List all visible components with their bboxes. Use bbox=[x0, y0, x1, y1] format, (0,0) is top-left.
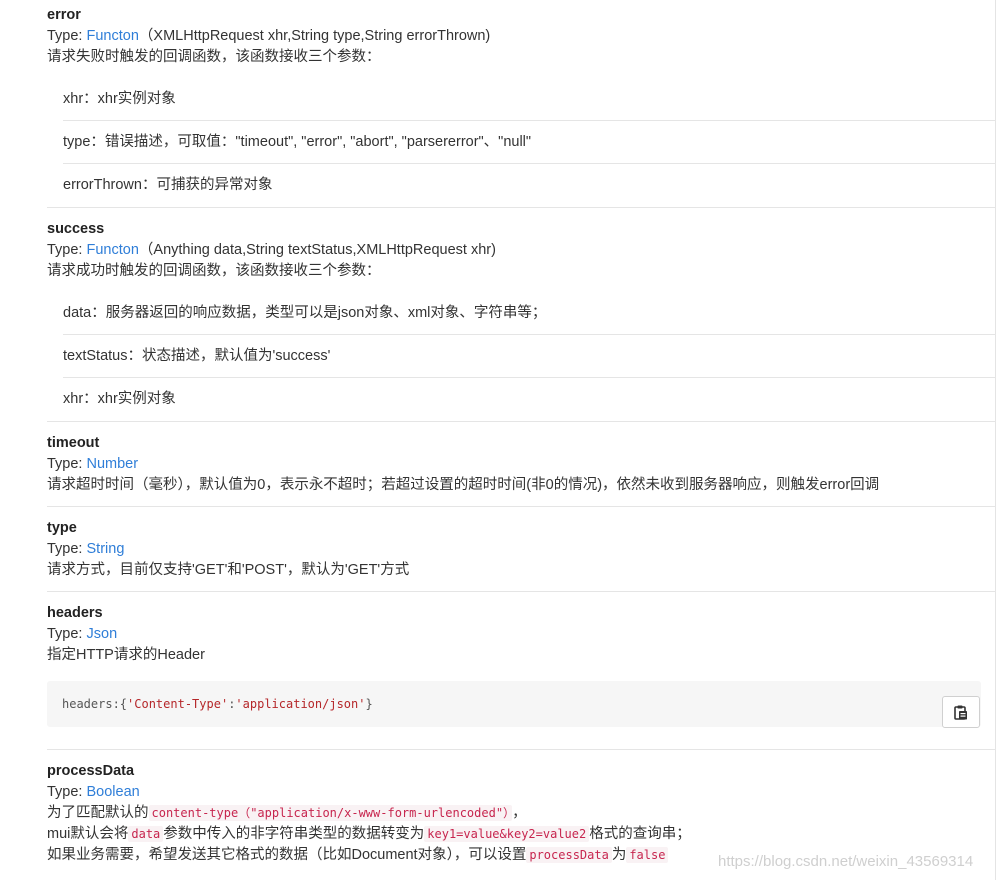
code-block: headers:{'Content-Type':'application/jso… bbox=[47, 681, 981, 728]
param-description: 请求失败时触发的回调函数，该函数接收三个参数： bbox=[47, 49, 381, 65]
inline-code: key1=value&key2=value2 bbox=[424, 826, 590, 842]
sub-item-text: errorThrown：可捕获的异常对象 bbox=[63, 177, 273, 193]
sub-item-text: textStatus：状态描述，默认值为'success' bbox=[63, 348, 331, 364]
inline-code: content-type（"application/x-www-form-url… bbox=[148, 805, 513, 821]
doc-page: error Type: Functon（XMLHttpRequest xhr,S… bbox=[0, 0, 998, 880]
clipboard-icon bbox=[954, 705, 967, 720]
desc-text: 如果业务需要，希望发送其它格式的数据（比如Document对象），可以设置 bbox=[47, 847, 527, 863]
desc-text: ， bbox=[512, 805, 527, 821]
desc-text: 参数中传入的非字符串类型的数据转变为 bbox=[163, 826, 425, 842]
type-prefix: Type: bbox=[47, 28, 87, 44]
param-sub-item: xhr：xhr实例对象 bbox=[63, 378, 996, 421]
param-description: 请求成功时触发的回调函数，该函数接收三个参数： bbox=[47, 263, 381, 279]
param-sub-item: type：错误描述，可取值："timeout", "error", "abort… bbox=[63, 121, 996, 164]
type-link[interactable]: Json bbox=[87, 626, 118, 642]
param-description-line: 为了匹配默认的 content-type（"application/x-www-f… bbox=[47, 803, 527, 824]
param-sub-item: data：服务器返回的响应数据，类型可以是json对象、xml对象、字符串等； bbox=[63, 292, 996, 335]
param-sub-item: xhr：xhr实例对象 bbox=[63, 78, 996, 121]
param-type-line: Type: Functon（XMLHttpRequest xhr,String … bbox=[47, 26, 490, 47]
param-description: 请求超时时间（毫秒），默认值为0，表示永不超时；若超过设置的超时时间(非0的情况… bbox=[47, 477, 880, 493]
inline-code: data bbox=[128, 826, 164, 842]
param-success: success Type: Functon（Anything data,Stri… bbox=[47, 219, 996, 422]
type-prefix: Type: bbox=[47, 456, 87, 472]
type-prefix: Type: bbox=[47, 541, 87, 557]
param-description-line: mui默认会将 data 参数中传入的非字符串类型的数据转变为 key1=value&… bbox=[47, 824, 691, 845]
code-string: 'application/json' bbox=[235, 697, 366, 711]
param-sub-item: errorThrown：可捕获的异常对象 bbox=[63, 164, 996, 207]
param-type-line: Type: Functon（Anything data,String textS… bbox=[47, 240, 496, 261]
desc-text: 格式的查询串； bbox=[589, 826, 691, 842]
param-headers: headers Type: Json 指定HTTP请求的Header heade… bbox=[47, 603, 996, 750]
type-prefix: Type: bbox=[47, 242, 87, 258]
type-signature: （XMLHttpRequest xhr,String type,String e… bbox=[138, 28, 491, 44]
param-description: 指定HTTP请求的Header bbox=[47, 647, 205, 663]
type-link[interactable]: Boolean bbox=[87, 784, 140, 800]
type-prefix: Type: bbox=[47, 626, 87, 642]
param-description: 请求方式，目前仅支持'GET'和'POST'，默认为'GET'方式 bbox=[47, 562, 410, 578]
inline-code: false bbox=[626, 847, 669, 863]
sub-item-text: xhr：xhr实例对象 bbox=[63, 391, 176, 407]
param-error: error Type: Functon（XMLHttpRequest xhr,S… bbox=[47, 5, 996, 208]
code-end: } bbox=[365, 697, 373, 711]
param-type-line: Type: Number bbox=[47, 454, 138, 475]
type-link[interactable]: Functon bbox=[87, 28, 139, 44]
type-signature: （Anything data,String textStatus,XMLHttp… bbox=[138, 242, 496, 258]
code-text: headers:{'Content-Type':'application/jso… bbox=[62, 681, 373, 727]
type-prefix: Type: bbox=[47, 784, 87, 800]
sub-item-text: type：错误描述，可取值："timeout", "error", "abort… bbox=[63, 134, 532, 150]
code-key: headers:{ bbox=[62, 697, 128, 711]
param-type-line: Type: Json bbox=[47, 624, 117, 645]
param-type: type Type: String 请求方式，目前仅支持'GET'和'POST'… bbox=[47, 518, 996, 592]
param-sub-item: textStatus：状态描述，默认值为'success' bbox=[63, 335, 996, 378]
inline-code: processData bbox=[526, 847, 612, 863]
param-title: error bbox=[47, 7, 81, 23]
desc-text: 为 bbox=[611, 847, 627, 863]
copy-code-button[interactable] bbox=[942, 696, 980, 728]
desc-text: mui默认会将 bbox=[47, 826, 129, 842]
param-title: success bbox=[47, 221, 105, 237]
param-title: timeout bbox=[47, 435, 100, 451]
code-string: 'Content-Type' bbox=[127, 697, 229, 711]
param-type-line: Type: String bbox=[47, 539, 124, 560]
param-timeout: timeout Type: Number 请求超时时间（毫秒），默认值为0，表示… bbox=[47, 433, 996, 507]
type-link[interactable]: String bbox=[87, 541, 125, 557]
param-title: processData bbox=[47, 763, 135, 779]
type-link[interactable]: Functon bbox=[87, 242, 139, 258]
sub-item-text: data：服务器返回的响应数据，类型可以是json对象、xml对象、字符串等； bbox=[63, 305, 547, 321]
desc-text: 为了匹配默认的 bbox=[47, 805, 149, 821]
param-description-line: 如果业务需要，希望发送其它格式的数据（比如Document对象），可以设置 pro… bbox=[47, 845, 669, 866]
param-title: headers bbox=[47, 605, 103, 621]
param-title: type bbox=[47, 520, 77, 536]
sub-item-text: xhr：xhr实例对象 bbox=[63, 91, 176, 107]
param-type-line: Type: Boolean bbox=[47, 782, 140, 803]
watermark-text: https://blog.csdn.net/weixin_43569314 bbox=[718, 853, 974, 870]
type-link[interactable]: Number bbox=[87, 456, 139, 472]
